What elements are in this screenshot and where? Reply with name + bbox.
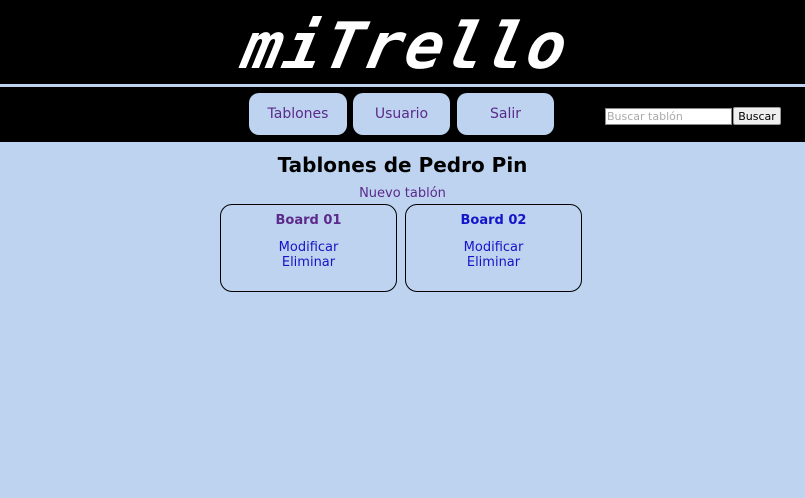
board-card: Board 01 Modificar Eliminar: [220, 204, 397, 292]
search-input[interactable]: [605, 108, 732, 125]
page-title: Tablones de Pedro Pin: [277, 153, 528, 177]
nav-salir-button[interactable]: Salir: [457, 93, 554, 135]
logo: miTrello: [234, 10, 576, 84]
modify-board-link[interactable]: Modificar: [221, 240, 396, 255]
search-button[interactable]: Buscar: [733, 107, 781, 125]
modify-board-link[interactable]: Modificar: [406, 240, 581, 255]
new-board-link[interactable]: Nuevo tablón: [359, 186, 446, 201]
board-card: Board 02 Modificar Eliminar: [405, 204, 582, 292]
nav-tablones-button[interactable]: Tablones: [249, 93, 347, 135]
delete-board-link[interactable]: Eliminar: [221, 255, 396, 270]
logo-text: miTrello: [234, 10, 576, 84]
board-title-link[interactable]: Board 02: [406, 213, 581, 228]
nav-bar: Tablones Usuario Salir Buscar: [0, 87, 805, 142]
top-banner: miTrello: [0, 0, 805, 84]
board-title-link[interactable]: Board 01: [221, 213, 396, 228]
new-board-link-row: Nuevo tablón: [0, 186, 805, 201]
delete-board-link[interactable]: Eliminar: [406, 255, 581, 270]
nav-usuario-button[interactable]: Usuario: [353, 93, 450, 135]
